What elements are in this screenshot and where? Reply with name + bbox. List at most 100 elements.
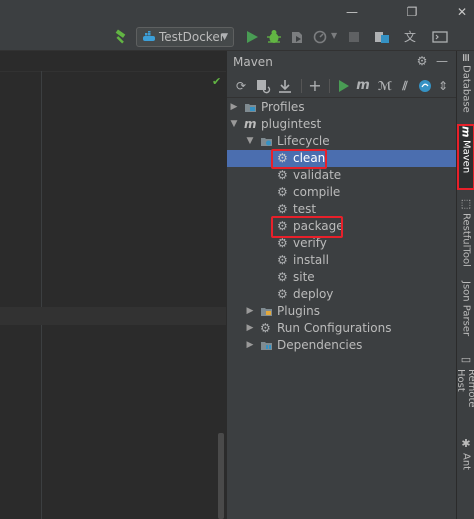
main-toolbar: TestDocker ▼ ▼ 文 <box>0 24 474 51</box>
phase-deploy[interactable]: ⚙ deploy <box>227 286 457 303</box>
gear-icon[interactable]: ⚙ <box>415 54 429 68</box>
run-config-selector[interactable]: TestDocker ▼ <box>136 27 234 47</box>
phase-label: compile <box>293 185 341 199</box>
run-icon[interactable] <box>244 29 260 45</box>
tree-item-dependencies[interactable]: ▶ Dependencies <box>227 337 457 354</box>
expand-arrow-icon[interactable]: ▶ <box>245 303 255 320</box>
phase-label: validate <box>293 168 342 182</box>
maven-project-icon: m <box>244 117 257 131</box>
expand-arrow-icon[interactable]: ▶ <box>245 337 255 354</box>
terminal-icon[interactable] <box>432 29 448 45</box>
hide-panel-icon[interactable]: — <box>435 54 449 68</box>
phase-site[interactable]: ⚙ site <box>227 269 457 286</box>
tool-tab-ant[interactable]: ✱ Ant <box>457 437 474 473</box>
run-config-label: TestDocker <box>159 30 225 44</box>
restful-icon: ⬚ <box>459 197 473 210</box>
database-icon: ≡ <box>459 53 473 63</box>
minimize-button[interactable]: — <box>344 4 360 20</box>
tree-item-label: Profiles <box>261 100 305 114</box>
collapse-arrow-icon[interactable]: ▼ <box>245 133 255 150</box>
right-tool-strip: ≡ Database m Maven ⬚ RestfulTool Json Pa… <box>455 51 474 519</box>
maven-toolbar: ⟳ + m ℳ ⫽ ⇕ <box>227 75 457 98</box>
tree-item-plugins[interactable]: ▶ Plugins <box>227 303 457 320</box>
coverage-icon[interactable] <box>289 29 305 45</box>
tree-item-label: Dependencies <box>277 338 363 352</box>
phase-compile[interactable]: ⚙ compile <box>227 184 457 201</box>
gear-icon: ⚙ <box>277 202 288 216</box>
tree-item-project[interactable]: ▼ m plugintest <box>227 116 457 133</box>
gear-icon: ⚙ <box>277 253 288 267</box>
expand-arrow-icon[interactable]: ▶ <box>245 320 255 337</box>
phase-label: install <box>293 253 329 267</box>
tool-tab-label: Remote Host <box>455 369 474 408</box>
maven-panel: Maven ⚙ — ⟳ + m ℳ ⫽ ⇕ ▶ Profiles ▼ m plu… <box>226 51 457 519</box>
tool-tab-remote-host[interactable]: ▭ Remote Host <box>455 353 474 427</box>
phase-label: deploy <box>293 287 334 301</box>
dependencies-icon <box>261 342 272 350</box>
chevron-down-icon: ▼ <box>221 32 228 42</box>
phase-label: site <box>293 270 315 284</box>
hammer-icon[interactable] <box>112 29 128 45</box>
generate-sources-icon[interactable] <box>255 78 271 94</box>
tree-item-label: plugintest <box>261 117 322 131</box>
tree-item-profiles[interactable]: ▶ Profiles <box>227 99 457 116</box>
gutter-divider <box>41 71 42 519</box>
show-dependencies-icon[interactable] <box>417 78 433 94</box>
phase-clean[interactable]: ⚙ clean <box>227 150 457 167</box>
title-bar: — ❐ ✕ <box>0 0 474 24</box>
tool-tab-maven[interactable]: m Maven <box>457 124 474 190</box>
reload-icon[interactable]: ⟳ <box>233 78 249 94</box>
tool-tab-label: Maven <box>460 140 472 174</box>
maven-panel-title: Maven <box>233 55 273 69</box>
tool-tab-database[interactable]: ≡ Database <box>457 53 474 117</box>
phase-validate[interactable]: ⚙ validate <box>227 167 457 184</box>
collapse-arrow-icon[interactable]: ▼ <box>229 116 239 133</box>
docker-icon <box>143 31 155 41</box>
plugins-icon <box>261 308 272 316</box>
stop-icon[interactable] <box>346 29 362 45</box>
profile-icon[interactable] <box>312 29 328 45</box>
tree-item-label: Plugins <box>277 304 320 318</box>
gear-icon: ⚙ <box>277 185 288 199</box>
chevron-down-icon[interactable]: ▼ <box>331 31 337 40</box>
download-icon[interactable] <box>277 78 293 94</box>
skip-tests-icon[interactable]: ⫽ <box>397 78 413 94</box>
editor-scrollbar[interactable] <box>218 433 224 519</box>
tool-tab-label: Ant <box>460 453 472 471</box>
profiles-icon <box>245 104 256 112</box>
restore-button[interactable]: ❐ <box>404 4 420 20</box>
add-icon[interactable]: + <box>307 78 323 94</box>
tree-item-label: Lifecycle <box>277 134 330 148</box>
debug-icon[interactable] <box>266 29 282 45</box>
gear-icon: ⚙ <box>260 321 271 335</box>
execute-goal-icon[interactable]: m <box>355 78 371 94</box>
maven-icon: m <box>459 126 473 138</box>
caret-row-highlight <box>0 307 226 325</box>
highlight-box-clean <box>271 149 327 169</box>
tree-item-lifecycle[interactable]: ▼ Lifecycle <box>227 133 457 150</box>
tool-tab-label: RestfulTool <box>460 213 472 267</box>
maven-panel-header: Maven ⚙ — <box>227 51 457 73</box>
phase-install[interactable]: ⚙ install <box>227 252 457 269</box>
tool-tab-json-parser[interactable]: Json Parser <box>457 281 474 347</box>
tool-tab-label: Database <box>460 65 472 113</box>
tree-item-run-configurations[interactable]: ▶ ⚙ Run Configurations <box>227 320 457 337</box>
tree-item-label: Run Configurations <box>277 321 392 335</box>
editor-tab-bar <box>0 51 226 72</box>
tool-tab-restfultool[interactable]: ⬚ RestfulTool <box>457 197 474 293</box>
expand-arrow-icon[interactable]: ▶ <box>229 99 239 116</box>
toolbar-separator <box>301 79 302 93</box>
editor-area[interactable]: ✔ <box>0 51 226 519</box>
run-icon[interactable] <box>335 78 351 94</box>
highlight-box-package <box>271 216 343 238</box>
toggle-offline-icon[interactable]: ℳ <box>377 78 393 94</box>
collapse-all-icon[interactable]: ⇕ <box>435 78 451 94</box>
remote-host-icon: ▭ <box>459 353 473 366</box>
close-button[interactable]: ✕ <box>454 4 470 20</box>
gear-icon: ⚙ <box>277 270 288 284</box>
translate-icon[interactable]: 文 <box>402 29 418 45</box>
ant-icon: ✱ <box>459 437 473 450</box>
project-structure-icon[interactable] <box>374 29 390 45</box>
inspection-ok-icon[interactable]: ✔ <box>212 75 221 88</box>
toolbar-separator <box>329 79 330 93</box>
